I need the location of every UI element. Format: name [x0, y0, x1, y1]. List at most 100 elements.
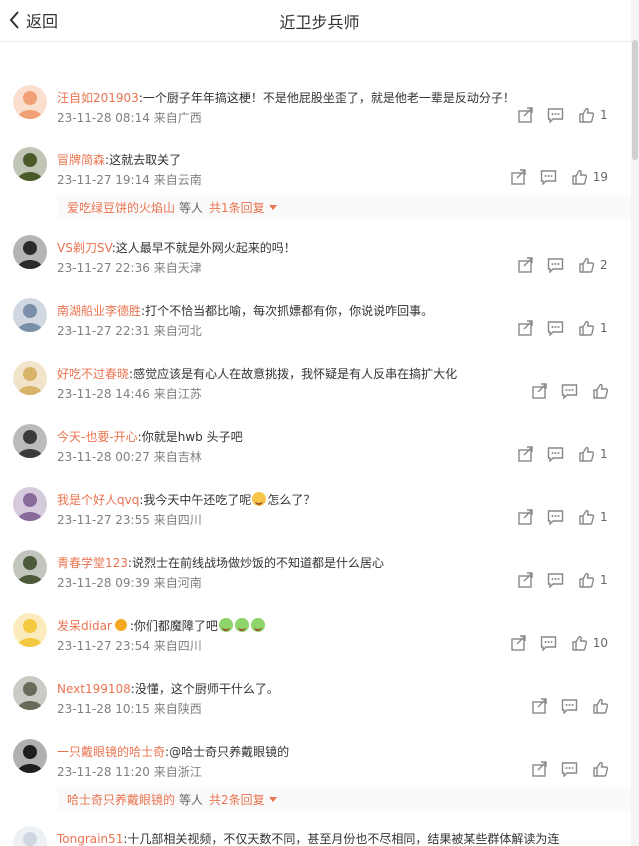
comment-icon [547, 572, 564, 588]
share-button[interactable] [531, 698, 547, 714]
laugh-emoji-icon [252, 492, 267, 506]
comment-icon [547, 446, 564, 462]
scrollbar[interactable] [631, 0, 639, 846]
share-button[interactable] [510, 169, 526, 185]
comment-username[interactable]: 发呆didar [57, 619, 112, 633]
reply-button[interactable] [540, 169, 557, 185]
reply-button[interactable] [547, 446, 564, 462]
reply-button[interactable] [547, 107, 564, 123]
comment-username[interactable]: 我是个好人qvq [57, 493, 139, 507]
share-button[interactable] [531, 761, 547, 777]
like-button[interactable] [592, 383, 608, 399]
comment-item: 一只戴眼镜的哈士奇:@哈士奇只养戴眼镜的 23-11-28 11:20 来自浙江哈… [0, 739, 639, 811]
share-button[interactable] [517, 107, 533, 123]
share-button[interactable] [517, 572, 533, 588]
comment-meta: 23-11-27 19:14 来自云南 [57, 171, 202, 189]
comment-username[interactable]: 好吃不过春晓 [57, 367, 129, 381]
comment-location: 来自四川 [153, 513, 202, 527]
like-button[interactable]: 1 [578, 509, 608, 525]
reply-button[interactable] [547, 320, 564, 336]
view-replies-button[interactable]: 共2条回复 [209, 791, 277, 808]
comment-location: 来自吉林 [153, 450, 202, 464]
like-button[interactable]: 19 [571, 169, 608, 185]
comment-time: 23-11-27 23:54 [57, 639, 150, 653]
avatar[interactable] [13, 739, 47, 773]
thumbs-up-icon [592, 761, 608, 777]
avatar[interactable] [13, 235, 47, 269]
comment-username[interactable]: 汪自如201903 [57, 91, 139, 105]
comment-item: 青春学堂123:说烈士在前线战场做炒饭的不知道都是什么居心 23-11-28 09… [0, 550, 630, 610]
comment-username[interactable]: 南湖船业李德胜 [57, 304, 141, 318]
comment-item: Tongrain51:十几部相关视频，不仅天数不同，甚至月份也不尽相同，结果被某… [0, 826, 630, 846]
comment-username[interactable]: Next199108 [57, 682, 131, 696]
avatar[interactable] [13, 361, 47, 395]
share-button[interactable] [517, 257, 533, 273]
like-count: 1 [600, 573, 608, 587]
share-icon [517, 320, 533, 336]
share-icon [531, 383, 547, 399]
comment-icon [540, 635, 557, 651]
avatar[interactable] [13, 613, 47, 647]
comment-icon [561, 761, 578, 777]
reply-button[interactable] [547, 257, 564, 273]
like-button[interactable]: 1 [578, 320, 608, 336]
comment-meta: 23-11-27 23:55 来自四川 [57, 511, 202, 529]
comment-username[interactable]: VS剃刀SV [57, 241, 112, 255]
comment-content: 发呆didar:你们都魔障了吧 [57, 617, 616, 635]
comment-time: 23-11-27 22:31 [57, 324, 150, 338]
comment-content: VS剃刀SV:这人最早不就是外网火起来的吗！ [57, 239, 616, 257]
avatar-image [13, 487, 47, 521]
share-button[interactable] [517, 320, 533, 336]
reply-button[interactable] [547, 572, 564, 588]
avatar[interactable] [13, 147, 47, 181]
avatar-image [13, 826, 47, 846]
share-button[interactable] [517, 446, 533, 462]
avatar[interactable] [13, 85, 47, 119]
comment-item: 我是个好人qvq:我今天中午还吃了呢 怎么了？ 23-11-27 23:55 来自四… [0, 487, 630, 547]
like-button[interactable]: 1 [578, 446, 608, 462]
reply-button[interactable] [561, 698, 578, 714]
comment-icon [547, 509, 564, 525]
share-button[interactable] [517, 509, 533, 525]
comment-meta: 23-11-27 22:36 来自天津 [57, 259, 202, 277]
reply-button[interactable] [547, 509, 564, 525]
like-button[interactable] [592, 698, 608, 714]
avatar[interactable] [13, 298, 47, 332]
avatar[interactable] [13, 487, 47, 521]
reply-button[interactable] [540, 635, 557, 651]
caret-down-icon [265, 200, 277, 214]
comment-username[interactable]: 今天-也要-开心 [57, 430, 138, 444]
comment-username[interactable]: 冒牌简森 [57, 153, 105, 167]
share-button[interactable] [510, 635, 526, 651]
share-icon [531, 698, 547, 714]
like-button[interactable] [592, 761, 608, 777]
share-icon [517, 509, 533, 525]
like-button[interactable]: 2 [578, 257, 608, 273]
avatar[interactable] [13, 676, 47, 710]
reply-total-label: 共2条回复 [209, 792, 265, 807]
comment-text-tail: 怎么了？ [267, 493, 316, 507]
avatar-image [13, 361, 47, 395]
reply-username[interactable]: 哈士奇只养戴眼镜的 [67, 791, 175, 808]
avatar[interactable] [13, 550, 47, 584]
reply-button[interactable] [561, 761, 578, 777]
like-count: 19 [592, 170, 608, 184]
reply-username[interactable]: 爱吃绿豆饼的火焰山 [67, 199, 175, 216]
comment-location: 来自河北 [153, 324, 202, 338]
like-button[interactable]: 1 [578, 107, 608, 123]
reply-button[interactable] [561, 383, 578, 399]
comment-item: 汪自如201903:一个厨子年年搞这梗！不是他屁股坐歪了，就是他老一辈是反动分子… [0, 85, 630, 145]
comment-username[interactable]: 青春学堂123 [57, 556, 128, 570]
avatar[interactable] [13, 424, 47, 458]
comment-icon [561, 698, 578, 714]
like-button[interactable]: 10 [571, 635, 608, 651]
like-button[interactable]: 1 [578, 572, 608, 588]
share-button[interactable] [531, 383, 547, 399]
view-replies-button[interactable]: 共1条回复 [209, 199, 277, 216]
thumbs-up-icon [578, 107, 594, 123]
share-icon [510, 169, 526, 185]
scrollbar-thumb[interactable] [632, 40, 638, 160]
comment-username[interactable]: 一只戴眼镜的哈士奇 [57, 745, 165, 759]
avatar[interactable] [13, 826, 47, 846]
comment-username[interactable]: Tongrain51 [57, 832, 123, 846]
